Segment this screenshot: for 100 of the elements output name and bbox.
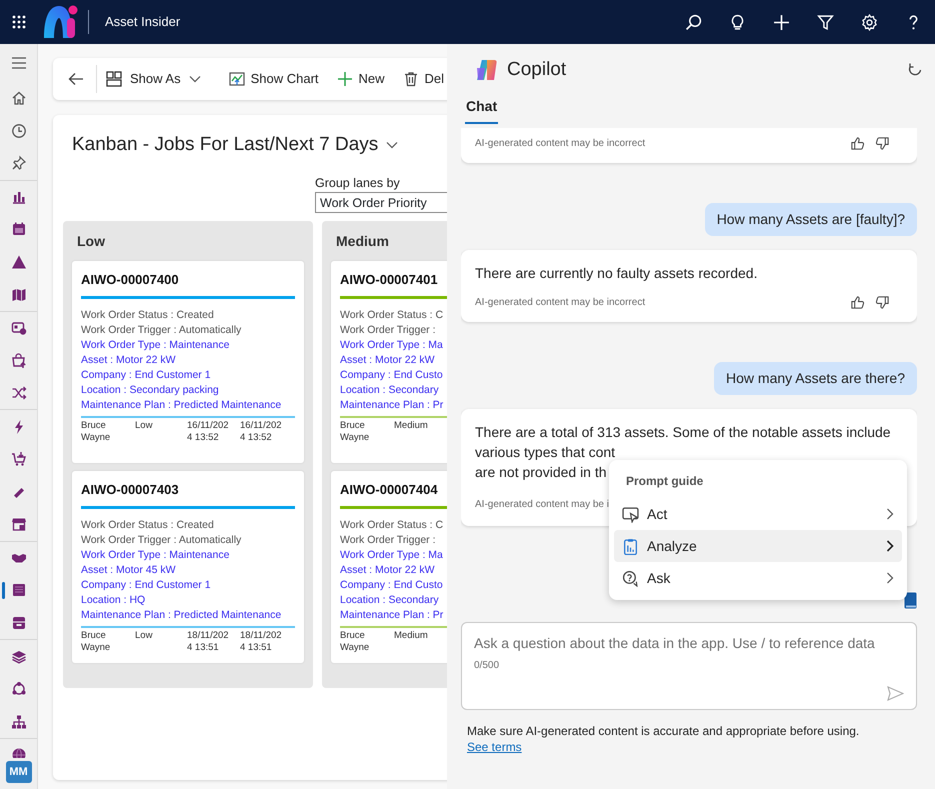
field-text: Work Order Status : C	[340, 308, 444, 323]
menu-title: Prompt guide	[625, 473, 704, 490]
field-text: Work Order Trigger : Automatically	[81, 532, 242, 548]
field-link[interactable]: Company : End Custo	[340, 578, 443, 593]
refresh-button[interactable]	[907, 62, 923, 78]
new-button[interactable]: New	[328, 58, 394, 100]
field-link[interactable]: Location : Secondary packing	[81, 382, 219, 398]
response-text: various types that cont	[475, 443, 616, 462]
field-link[interactable]: Asset : Motor 22 kW	[81, 352, 176, 368]
pin-icon	[10, 155, 26, 172]
field-link[interactable]: Maintenance Plan : Pr	[340, 608, 444, 623]
work-order-card[interactable]: AIWO-00007404 Work Order Status : C Work Order Trigger : Work Order Type : Ma Asset : Motor 22 kW Company : End Custo Location : Secondary Maintenance Plan : Pr Bruce Wayne Medium	[331, 471, 447, 664]
filter-icon	[816, 14, 834, 30]
thumbs-up-icon[interactable]	[850, 295, 865, 310]
field-link[interactable]: Location : Secondary	[340, 382, 439, 398]
card-footer-text: 18/11/2024 13:51	[187, 630, 230, 654]
bag-icon	[10, 352, 26, 369]
chat-tab[interactable]: Chat	[463, 96, 500, 124]
back-arrow-icon	[68, 72, 84, 86]
app-title: Asset Insider	[105, 13, 180, 32]
send-icon	[887, 686, 904, 701]
store-icon	[10, 516, 26, 532]
menu-icon	[10, 56, 26, 70]
cursor-screen-icon	[622, 506, 639, 522]
disclaimer-text: AI-generated content may be incorrect	[475, 137, 646, 151]
field-link[interactable]: Maintenance Plan : Predicted Maintenance	[81, 398, 282, 413]
trash-icon	[402, 71, 419, 87]
map-icon	[10, 286, 26, 303]
field-text: Work Order Status : Created	[81, 518, 214, 533]
card-footer-text: 18/11/2024 13:51	[240, 630, 283, 654]
group-by-select[interactable]: Work Order Priority	[315, 192, 447, 214]
lightbulb-icon	[728, 14, 746, 30]
work-order-card[interactable]	[72, 261, 304, 464]
hierarchy-icon	[10, 714, 26, 730]
card-footer-text: Medium	[394, 420, 429, 433]
disclaimer-text: AI-generated content may be incorrect	[475, 296, 646, 310]
user-avatar[interactable]: MM	[6, 761, 32, 783]
field-link[interactable]: Company : End Custo	[340, 368, 443, 383]
cart-icon	[10, 451, 26, 468]
card-footer-text: Bruce Wayne	[81, 630, 112, 654]
group-by-label: Group lanes by	[315, 174, 401, 192]
thumbs-down-icon[interactable]	[875, 136, 890, 151]
calendar-icon	[10, 221, 26, 238]
field-link[interactable]: Work Order Type : Maintenance	[81, 338, 230, 353]
disclaimer-note: Make sure AI-generated content is accurate and appropriate before using. See terms	[466, 723, 860, 755]
card-footer-text: Low	[135, 630, 154, 643]
field-link[interactable]: Company : End Customer 1	[81, 578, 211, 593]
menu-item[interactable]: Ask	[614, 562, 902, 594]
card-footer-text: Bruce Wayne	[81, 420, 112, 444]
card-title: AIWO-00007403	[81, 481, 180, 500]
field-link[interactable]: Asset : Motor 45 kW	[81, 562, 176, 578]
user-message: How many Assets are there?	[714, 362, 917, 395]
work-order-card[interactable]: AIWO-00007401 Work Order Status : C Work Order Trigger : Work Order Type : Ma Asset : Motor 22 kW Company : End Custo Location : Secondary Maintenance Plan : Pr Bruce Wayne Medium	[331, 261, 447, 464]
view-dropdown-button[interactable]	[386, 141, 398, 150]
field-link[interactable]: Work Order Type : Maintenance	[81, 548, 230, 563]
lane-title: Medium	[335, 232, 390, 252]
show-as-button[interactable]: Show As	[97, 58, 210, 100]
chart-button[interactable]: Show Chart	[220, 58, 328, 100]
field-text: Work Order Trigger :	[340, 532, 436, 548]
question-bubble-icon	[622, 570, 639, 586]
disclaimer-text: AI-generated content may be i	[475, 498, 610, 512]
thumbs-down-icon[interactable]	[875, 295, 890, 310]
menu-item[interactable]: Act	[614, 498, 902, 530]
grid-icon	[106, 71, 122, 87]
thumbs-up-icon[interactable]	[850, 136, 865, 151]
search-icon	[684, 14, 702, 30]
book-icon	[904, 592, 917, 609]
chevron-down-icon	[188, 75, 201, 83]
field-link[interactable]: Asset : Motor 22 kW	[340, 562, 435, 578]
field-link[interactable]: Company : End Customer 1	[81, 368, 211, 383]
view-title: Kanban - Jobs For Last/Next 7 Days	[72, 133, 378, 157]
user-message: How many Assets are [faulty]?	[704, 203, 917, 236]
card-footer-text: Bruce Wayne	[340, 630, 370, 654]
list-icon	[10, 582, 26, 598]
terms-link[interactable]: See terms	[467, 740, 522, 754]
card-footer-text: 16/11/2024 13:52	[187, 420, 230, 444]
layers-icon	[10, 648, 26, 665]
field-link[interactable]: Maintenance Plan : Predicted Maintenance	[81, 608, 282, 623]
menu-item[interactable]: Analyze	[614, 530, 902, 562]
people-icon	[10, 681, 26, 698]
field-link[interactable]: Work Order Type : Ma	[340, 548, 443, 563]
chevron-right-icon	[886, 508, 894, 520]
work-order-card[interactable]	[72, 471, 304, 664]
field-text: Work Order Status : C	[340, 518, 444, 533]
field-link[interactable]: Location : HQ	[81, 592, 146, 608]
plus-icon	[336, 71, 353, 87]
shuffle-icon	[10, 385, 26, 402]
copilot-logo	[475, 58, 499, 82]
field-link[interactable]: Asset : Motor 22 kW	[340, 352, 435, 368]
clock-icon	[10, 122, 26, 139]
field-link[interactable]: Work Order Type : Ma	[340, 338, 443, 353]
response-text: There are a total of 313 assets. Some of the notable assets include	[475, 423, 891, 442]
clipboard-chart-icon	[622, 538, 639, 554]
waffle-icon	[11, 14, 27, 30]
delete-button[interactable]: Del	[394, 58, 447, 100]
warning-icon	[10, 254, 26, 270]
response-text: are not provided in th	[475, 463, 607, 482]
field-link[interactable]: Location : Secondary	[340, 592, 439, 608]
field-text: Work Order Status : Created	[81, 308, 214, 323]
field-link[interactable]: Maintenance Plan : Pr	[340, 398, 444, 413]
